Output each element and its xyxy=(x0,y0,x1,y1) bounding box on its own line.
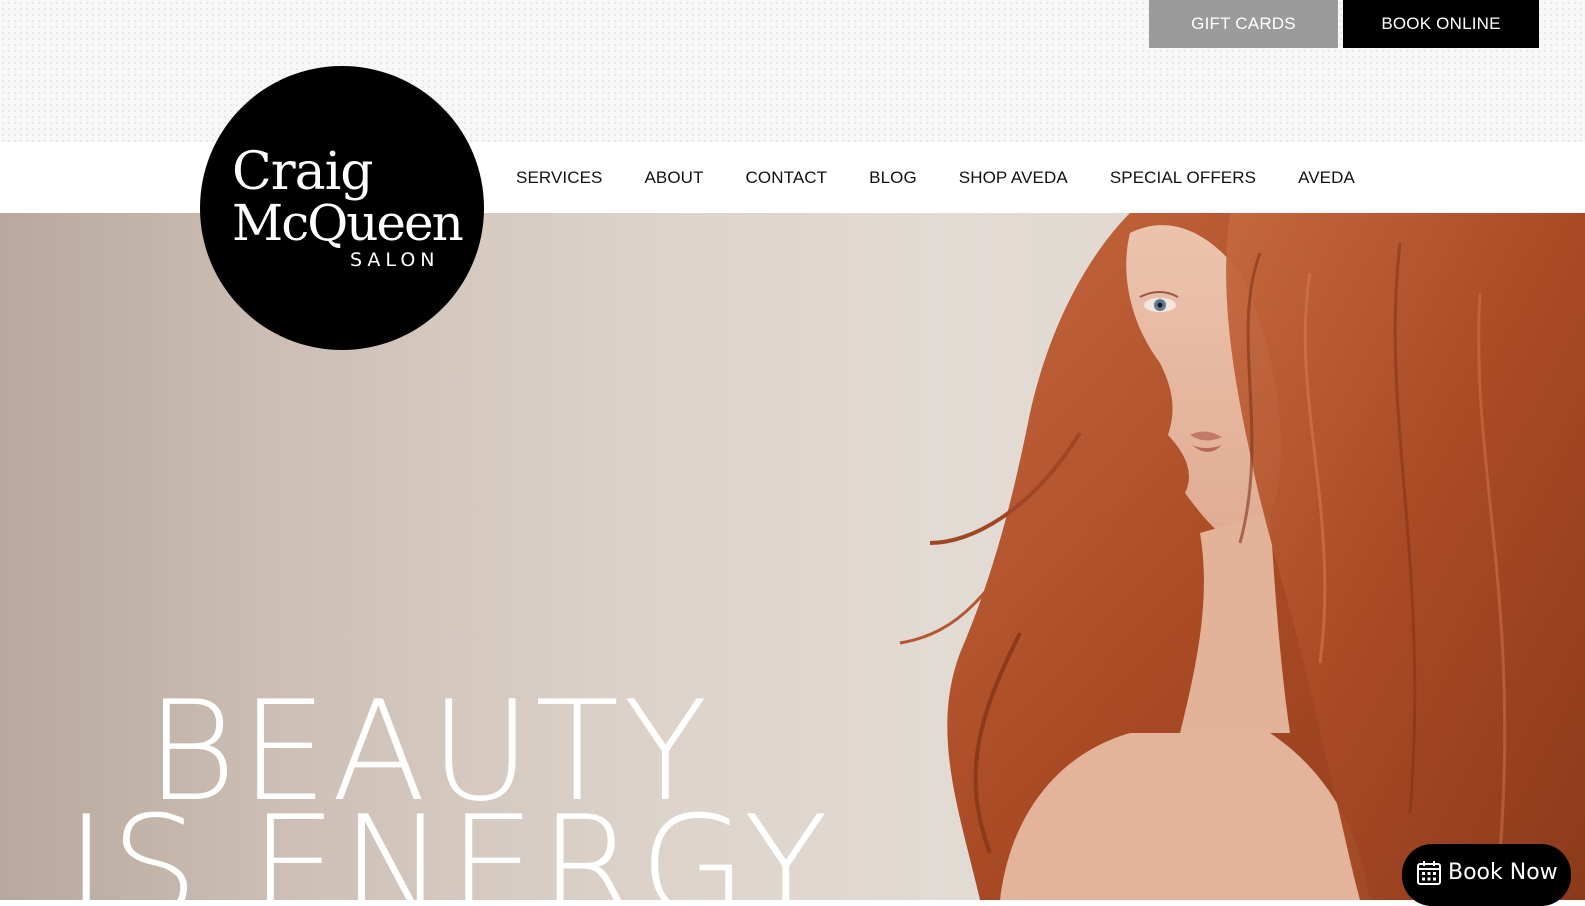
nav-item-special-offers[interactable]: SPECIAL OFFERS xyxy=(1110,168,1256,188)
nav-item-about[interactable]: ABOUT xyxy=(644,168,703,188)
book-now-widget-button[interactable]: Book Now xyxy=(1402,844,1571,906)
gift-cards-button[interactable]: GIFT CARDS xyxy=(1149,0,1338,48)
logo-text-salon: SALON xyxy=(350,249,440,271)
hero-headline-line2: IS ENERGY xyxy=(66,786,833,901)
book-online-button[interactable]: BOOK ONLINE xyxy=(1343,0,1539,48)
nav-item-services[interactable]: SERVICES xyxy=(516,168,602,188)
logo-text-craig: Craig xyxy=(232,142,374,202)
nav-item-blog[interactable]: BLOG xyxy=(869,168,917,188)
book-now-label: Book Now xyxy=(1448,860,1558,885)
calendar-icon xyxy=(1417,861,1441,885)
nav-item-aveda[interactable]: AVEDA xyxy=(1298,168,1355,188)
nav-item-shop-aveda[interactable]: SHOP AVEDA xyxy=(959,168,1068,188)
logo-text-mcqueen: McQueen xyxy=(232,194,464,252)
nav-item-contact[interactable]: CONTACT xyxy=(746,168,828,188)
salon-logo[interactable]: Craig McQueen SALON xyxy=(200,66,484,350)
nav-list: SERVICES ABOUT CONTACT BLOG SHOP AVEDA S… xyxy=(516,142,1355,213)
hero-banner: BEAUTY IS ENERGY xyxy=(0,213,1585,900)
